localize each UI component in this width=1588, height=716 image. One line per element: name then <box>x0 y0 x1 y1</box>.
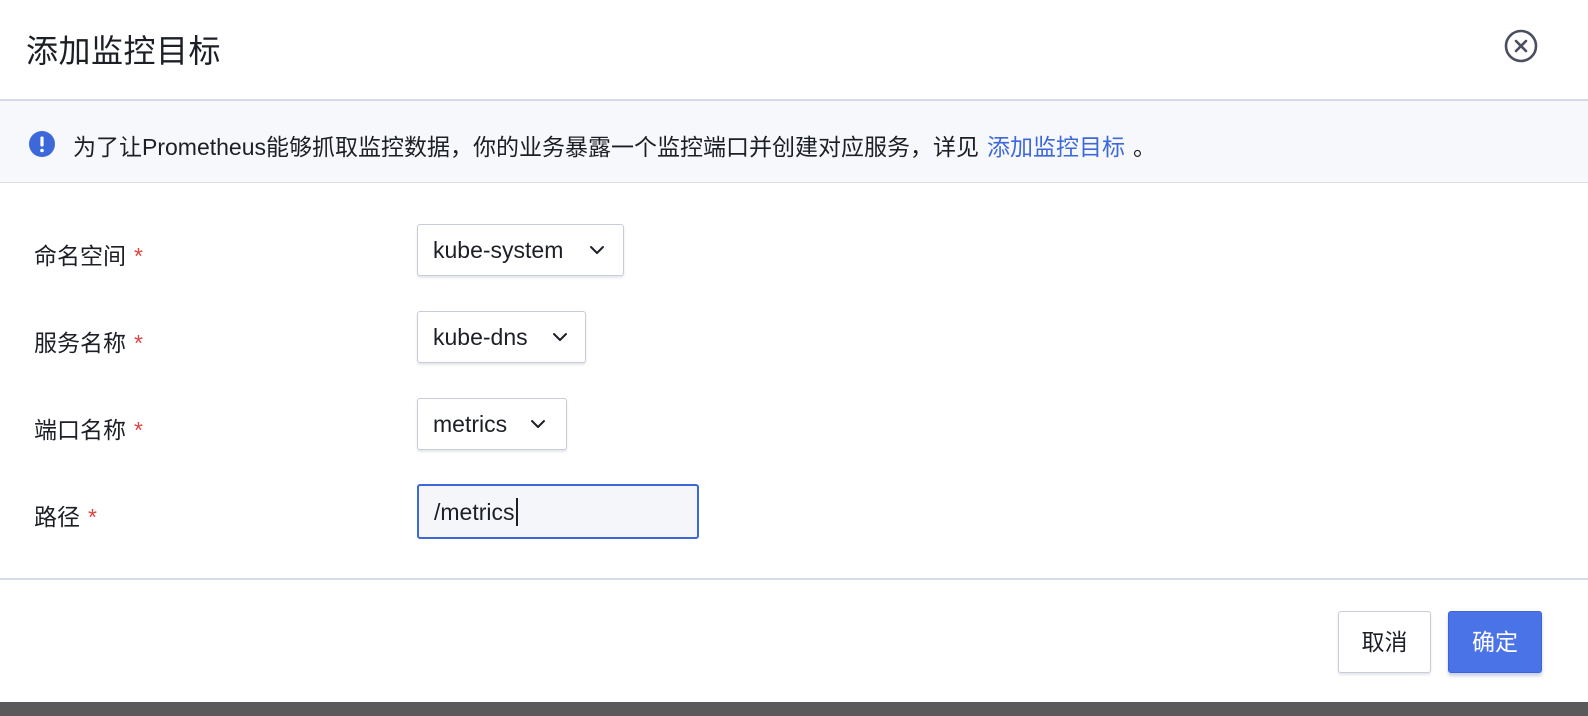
path-input[interactable]: /metrics <box>417 484 699 539</box>
notice-message: 为了让Prometheus能够抓取监控数据，你的业务暴露一个监控端口并创建对应服… <box>73 128 1156 162</box>
required-mark: * <box>88 504 97 530</box>
notice-text: 为了让Prometheus能够抓取监控数据，你的业务暴露一个监控端口并创建对应服… <box>73 134 980 160</box>
chevron-down-icon <box>590 246 604 254</box>
path-input-text: /metrics <box>434 499 515 525</box>
form-row-namespace: 命名空间 * kube-system <box>0 224 1588 280</box>
service-select[interactable]: kube-dns <box>417 311 586 363</box>
notice-link[interactable]: 添加监控目标 <box>987 134 1125 160</box>
close-circle-icon <box>1504 29 1538 63</box>
namespace-label-text: 命名空间 <box>34 243 126 269</box>
window-bottom-edge <box>0 702 1588 716</box>
required-mark: * <box>134 417 143 443</box>
chevron-down-icon <box>553 333 567 341</box>
footer-divider <box>0 578 1588 580</box>
service-label: 服务名称 * <box>34 324 143 358</box>
form-row-port: 端口名称 * metrics <box>0 398 1588 454</box>
path-label: 路径 * <box>34 498 97 532</box>
add-monitor-target-dialog: 添加监控目标 为了让Prometheus能够抓取监控数据，你的业务暴露一个监控端… <box>0 0 1588 716</box>
form-row-service: 服务名称 * kube-dns <box>0 311 1588 367</box>
path-input-value: /metrics <box>434 498 518 526</box>
close-button[interactable] <box>1504 29 1538 63</box>
confirm-button[interactable]: 确定 <box>1448 611 1542 673</box>
port-select-value: metrics <box>433 411 508 437</box>
dialog-header: 添加监控目标 <box>0 0 1588 99</box>
required-mark: * <box>134 243 143 269</box>
port-label-text: 端口名称 <box>34 417 126 443</box>
service-select-value: kube-dns <box>433 324 528 350</box>
port-select[interactable]: metrics <box>417 398 567 450</box>
text-caret <box>515 498 518 526</box>
port-label: 端口名称 * <box>34 411 143 445</box>
chevron-down-icon <box>531 420 545 428</box>
info-notice: 为了让Prometheus能够抓取监控数据，你的业务暴露一个监控端口并创建对应服… <box>0 101 1588 183</box>
path-label-text: 路径 <box>34 504 80 530</box>
notice-suffix: 。 <box>1133 134 1157 160</box>
cancel-button[interactable]: 取消 <box>1338 611 1431 673</box>
required-mark: * <box>134 330 143 356</box>
info-circle-icon <box>29 131 55 157</box>
dialog-title: 添加监控目标 <box>26 33 222 69</box>
form-row-path: 路径 * /metrics <box>0 484 1588 540</box>
service-label-text: 服务名称 <box>34 330 126 356</box>
namespace-select[interactable]: kube-system <box>417 224 624 276</box>
namespace-label: 命名空间 * <box>34 237 143 271</box>
namespace-select-value: kube-system <box>433 237 564 263</box>
